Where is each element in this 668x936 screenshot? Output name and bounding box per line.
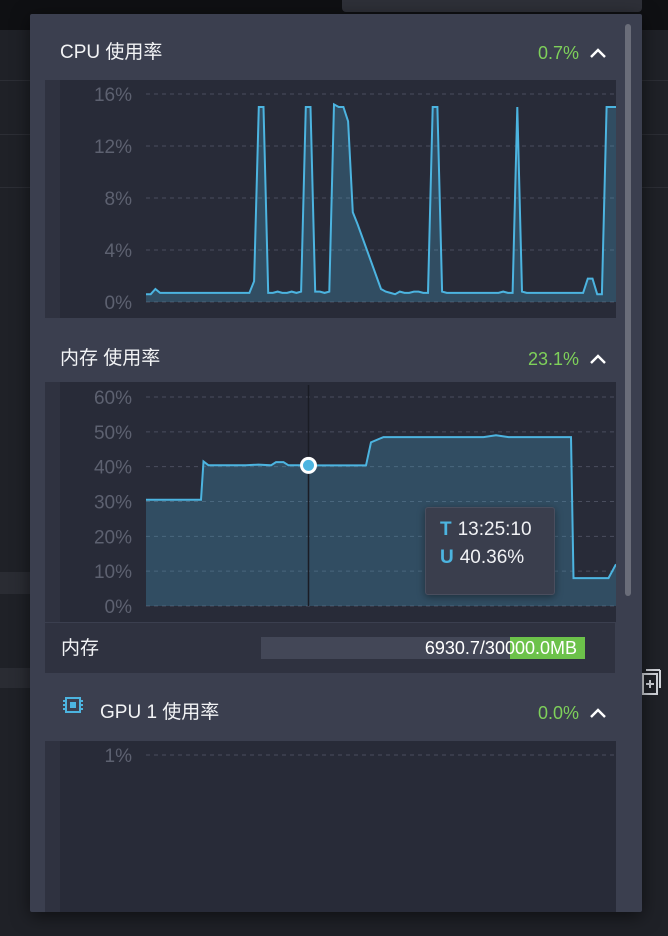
memory-usage-header[interactable]: 内存 使用率 23.1%: [45, 318, 615, 382]
tooltip-time-row: T 13:25:10: [440, 518, 532, 542]
tooltip-usage-key: U: [440, 547, 454, 568]
cpu-tick-label: 8%: [105, 189, 133, 210]
tooltip-time-key: T: [440, 519, 452, 540]
memory-tick-label: 60%: [94, 388, 132, 409]
memory-tick-label: 30%: [94, 493, 132, 514]
gpu-tick-label: 1%: [105, 746, 133, 767]
cpu-tick-label: 0%: [105, 293, 133, 314]
memory-tick-label: 40%: [94, 458, 132, 479]
gpu-usage-value: 0.0%: [537, 703, 579, 723]
gpu-chart[interactable]: 1%: [60, 741, 616, 912]
resource-usage-popup: CPU 使用率 0.7% 16% 12% 8% 4% 0% 内存 使用率 23.1% 6…: [30, 14, 642, 912]
tooltip-usage-row: U 40.36%: [440, 546, 524, 570]
cpu-usage-value: 0.7%: [537, 43, 579, 63]
popup-scrollbar[interactable]: [625, 24, 631, 596]
background-row: [0, 572, 30, 594]
memory-usage-title: 内存 使用率: [60, 348, 161, 369]
gpu-chart-panel: 1%: [45, 741, 616, 912]
cpu-series-line: [146, 102, 616, 296]
background-row: [0, 668, 30, 688]
cpu-tick-label: 12%: [94, 137, 132, 158]
gpu-usage-header[interactable]: GPU 1 使用率 0.0%: [45, 673, 615, 741]
copy-add-icon[interactable]: [640, 668, 662, 702]
gpu-chart-svg: 1%: [105, 746, 616, 767]
memory-amount-text: 6930.7/30000.0MB: [424, 638, 577, 658]
cpu-series-area: [146, 104, 616, 303]
tooltip-time: 13:25:10: [457, 519, 532, 540]
cpu-usage-header[interactable]: CPU 使用率 0.7%: [45, 14, 615, 80]
chevron-up-icon[interactable]: [589, 44, 607, 62]
memory-tick-label: 50%: [94, 423, 132, 444]
cpu-usage-title: CPU 使用率: [60, 42, 163, 63]
memory-tick-label: 20%: [94, 527, 132, 548]
memory-progress-bar: 6930.7/30000.0MB: [261, 637, 585, 659]
cpu-chart-svg: 16% 12% 8% 4% 0%: [94, 85, 616, 314]
cpu-chart[interactable]: 16% 12% 8% 4% 0%: [60, 80, 616, 318]
memory-usage-value: 23.1%: [527, 349, 579, 369]
memory-amount-row: 内存 6930.7/30000.0MB: [45, 623, 615, 673]
gpu-usage-title: GPU 1 使用率: [100, 702, 220, 723]
memory-amount-label: 内存: [61, 638, 100, 659]
memory-tick-label: 0%: [105, 597, 133, 618]
tooltip-usage: 40.36%: [459, 547, 525, 568]
background-tab: [342, 0, 642, 12]
gpu-chip-icon: [63, 697, 83, 713]
memory-hover-point: [300, 456, 317, 474]
memory-chart-tooltip: T 13:25:10 U 40.36%: [425, 507, 555, 595]
cpu-tick-label: 16%: [94, 85, 132, 106]
cpu-chart-panel: 16% 12% 8% 4% 0%: [45, 80, 616, 318]
memory-tick-label: 10%: [94, 562, 132, 583]
chevron-up-icon[interactable]: [589, 350, 607, 368]
cpu-tick-label: 4%: [105, 241, 133, 262]
chevron-up-icon[interactable]: [589, 704, 607, 722]
